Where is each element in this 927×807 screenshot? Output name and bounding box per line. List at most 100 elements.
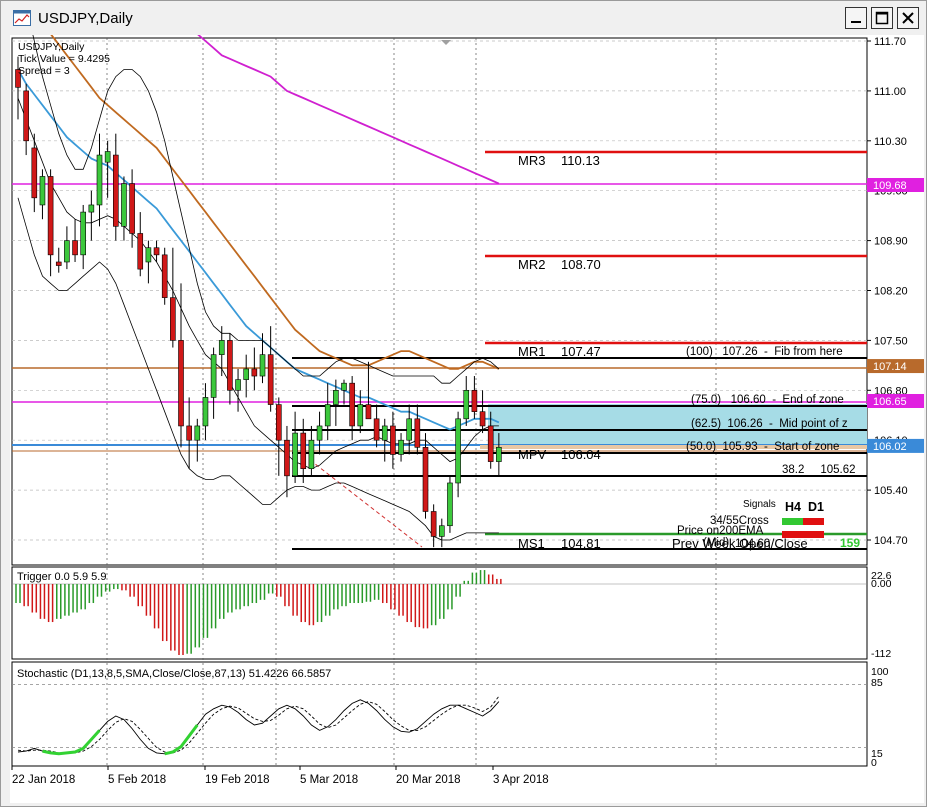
price-tick-label: 111.70: [874, 36, 906, 48]
minimize-button[interactable]: [845, 7, 867, 29]
bear-candle: [479, 411, 486, 427]
bear-candle: [251, 368, 258, 377]
trigger-label: Trigger 0.0 5.9 5.9: [17, 571, 106, 583]
bull-candle: [121, 183, 127, 227]
bull-candle: [39, 176, 46, 206]
bear-candle: [414, 418, 421, 448]
bull-candle: [80, 211, 86, 256]
bear-candle: [153, 247, 160, 256]
prev-week-label: Prev Week Open/Close: [672, 536, 808, 551]
bear-candle: [72, 240, 78, 256]
bull-candle: [202, 397, 209, 427]
bear-candle: [113, 154, 119, 227]
maximize-button[interactable]: [871, 7, 893, 29]
bull-candle: [438, 525, 445, 537]
mr2-value: 108.70: [561, 257, 601, 272]
info-symbol: USDJPY,Daily: [18, 41, 85, 53]
bull-candle: [324, 404, 331, 427]
chart-area[interactable]: USDJPY,Daily Tick Value = 9.4295 Spread …: [10, 35, 924, 803]
mr3-value: 110.13: [561, 153, 600, 168]
bear-candle: [390, 425, 396, 455]
date-label: 5 Mar 2018: [300, 774, 358, 786]
bull-candle: [357, 404, 364, 427]
bull-candle: [463, 389, 470, 420]
bear-candle: [300, 432, 307, 470]
bear-candle: [471, 389, 478, 412]
signal-34-55-d1: [803, 518, 824, 525]
bull-candle: [104, 151, 111, 163]
close-button[interactable]: [897, 7, 919, 29]
bull-candle: [96, 154, 103, 206]
window-title: USDJPY,Daily: [38, 10, 133, 27]
mpv-label: MPV: [518, 447, 547, 462]
info-tick-value: Tick Value = 9.4295: [18, 53, 110, 65]
bull-candle: [210, 354, 217, 398]
price-marker-label: 106.65: [873, 396, 907, 408]
bear-candle: [365, 404, 372, 420]
title-bar[interactable]: USDJPY,Daily: [1, 1, 926, 35]
bull-candle: [381, 425, 388, 441]
bull-candle: [235, 379, 241, 391]
bull-candle: [194, 425, 201, 441]
info-spread: Spread = 3: [18, 65, 70, 77]
bull-candle: [447, 482, 453, 527]
signals-col-h4: H4: [785, 500, 801, 514]
bull-candle: [316, 425, 323, 441]
price-tick-label: 104.70: [874, 535, 908, 547]
bear-candle: [23, 90, 29, 142]
bull-candle: [145, 247, 152, 263]
fib-75-label: (75.0) 106.60 - End of zone: [691, 394, 844, 406]
bull-candle: [243, 368, 249, 380]
fib-38-label: 38.2 105.62: [782, 464, 856, 476]
price-tick-label: 107.50: [874, 335, 908, 347]
chart-window-icon: [13, 10, 31, 26]
price-tick-label: 108.90: [874, 236, 908, 248]
mr3-label: MR3: [518, 153, 545, 168]
date-label: 5 Feb 2018: [108, 774, 166, 786]
date-label: 22 Jan 2018: [12, 774, 75, 786]
chart-window: USDJPY,Daily USDJPY,Daily Tick Value = 9…: [0, 0, 927, 807]
fib-62-label: (62.5) 106.26 - Mid point of z: [691, 418, 848, 430]
bear-candle: [422, 447, 429, 512]
bull-candle: [398, 439, 404, 455]
fib-100-label: (100) 107.26 - Fib from here: [686, 346, 843, 358]
bear-candle: [430, 511, 437, 537]
bear-candle: [129, 183, 135, 234]
bear-candle: [349, 382, 355, 427]
mr2-label: MR2: [518, 257, 545, 272]
bull-candle: [292, 432, 298, 477]
bear-candle: [47, 176, 54, 256]
bear-candle: [31, 147, 38, 199]
bear-candle: [178, 340, 184, 427]
bull-candle: [259, 354, 266, 377]
date-label: 3 Apr 2018: [493, 774, 549, 786]
bear-candle: [170, 297, 176, 341]
bull-candle: [308, 439, 315, 470]
price-tick-label: 110.30: [874, 136, 907, 148]
bear-candle: [275, 404, 282, 441]
stochastic-label: Stochastic (D1,13,8,5,SMA,Close/Close,87…: [17, 668, 331, 680]
ms1-value: 104.81: [561, 536, 601, 551]
stoch-tick-85: 85: [871, 677, 883, 689]
trigger-tick-bottom: -112: [871, 648, 891, 660]
prev-week-badge: 159: [840, 536, 860, 550]
mr1-label: MR1: [518, 344, 545, 359]
bull-candle: [496, 447, 502, 462]
price-tick-label: 111.00: [874, 86, 906, 98]
bear-candle: [487, 425, 494, 462]
bear-candle: [186, 425, 192, 441]
bull-candle: [88, 204, 95, 213]
signal-34-55-h4: [782, 518, 803, 525]
price-tick-label: 105.40: [874, 485, 908, 497]
price-marker-label: 109.68: [873, 180, 907, 192]
ms1-label: MS1: [518, 536, 545, 551]
mr1-value: 107.47: [561, 344, 601, 359]
bull-candle: [341, 382, 347, 391]
bear-candle: [55, 261, 62, 266]
bear-candle: [284, 439, 290, 477]
signals-title: Signals: [743, 499, 776, 510]
signals-col-d1: D1: [808, 500, 824, 514]
date-label: 19 Feb 2018: [205, 774, 270, 786]
price-tick-label: 108.20: [874, 286, 908, 298]
bull-candle: [218, 340, 225, 355]
